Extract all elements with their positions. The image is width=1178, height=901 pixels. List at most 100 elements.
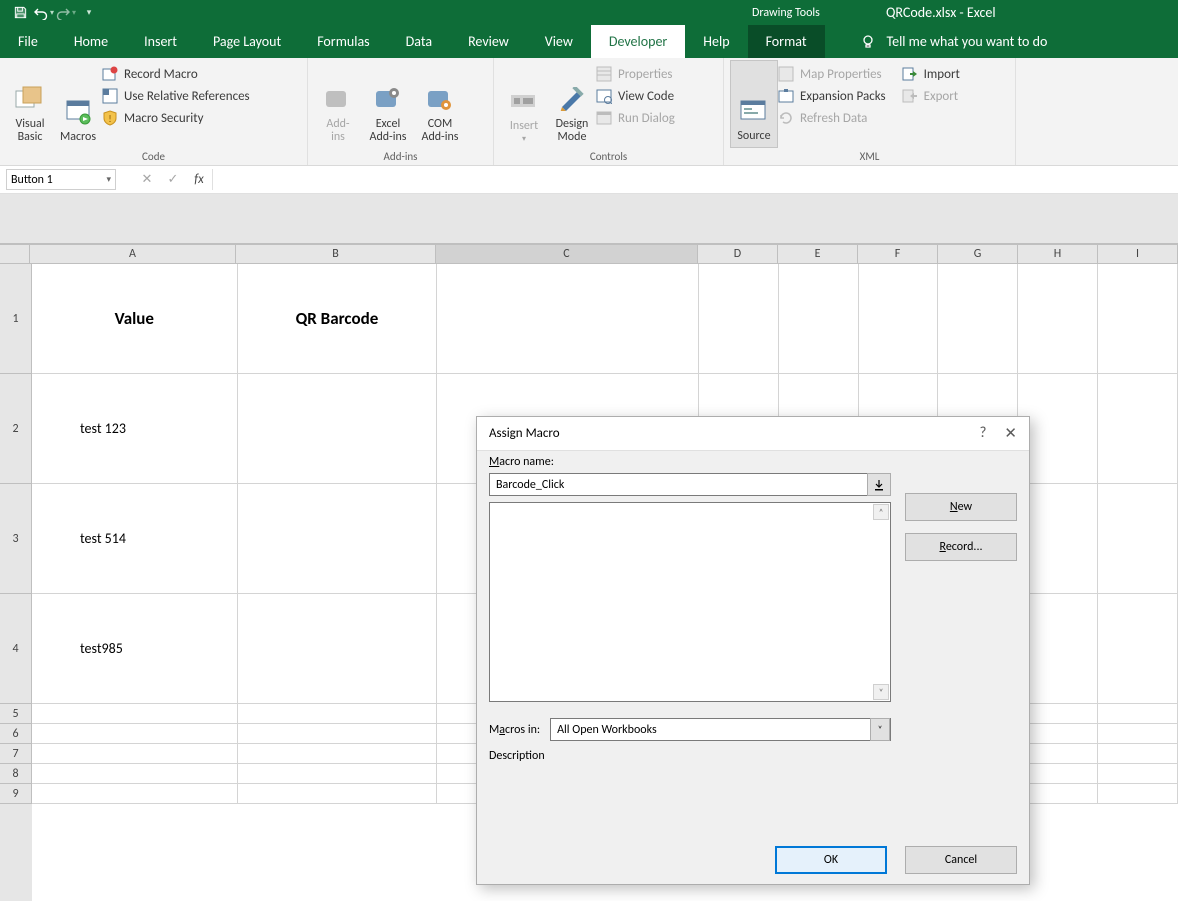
tab-help[interactable]: Help [685, 25, 747, 58]
cell[interactable] [238, 704, 438, 723]
row-header[interactable]: 7 [0, 744, 32, 764]
undo-button[interactable]: ▾ [33, 6, 54, 20]
row-header[interactable]: 2 [0, 374, 32, 484]
row-header[interactable]: 8 [0, 764, 32, 784]
cell[interactable] [1098, 784, 1178, 803]
cell[interactable] [238, 374, 438, 483]
dialog-titlebar[interactable]: Assign Macro ? ✕ [477, 417, 1029, 451]
cell[interactable] [238, 724, 438, 743]
tab-insert[interactable]: Insert [126, 25, 195, 58]
cell[interactable] [938, 264, 1018, 373]
macro-list[interactable]: ˄ ˅ [489, 502, 891, 702]
macros-button[interactable]: Macros [54, 60, 102, 148]
cell[interactable] [699, 264, 779, 373]
close-icon[interactable]: ✕ [1004, 424, 1017, 443]
cell[interactable] [238, 764, 438, 783]
column-header[interactable]: E [778, 245, 858, 263]
cell[interactable] [1098, 484, 1178, 593]
cell[interactable] [238, 484, 438, 593]
cell[interactable]: test 123 [32, 374, 238, 483]
import-button[interactable]: Import [902, 66, 970, 82]
new-button[interactable]: New [905, 493, 1017, 521]
row-header[interactable]: 4 [0, 594, 32, 704]
macros-in-combo[interactable]: All Open Workbooks ˅ [550, 718, 891, 741]
tab-view[interactable]: View [527, 25, 591, 58]
excel-addins-button[interactable]: Excel Add-ins [362, 60, 414, 148]
cell[interactable] [1098, 744, 1178, 763]
cell[interactable] [1018, 724, 1098, 743]
tab-home[interactable]: Home [56, 25, 126, 58]
cell[interactable] [32, 704, 238, 723]
cell[interactable] [1018, 594, 1098, 703]
chevron-down-icon[interactable]: ˅ [870, 718, 890, 741]
cell[interactable] [1018, 764, 1098, 783]
tab-format[interactable]: Format [748, 25, 825, 58]
cell[interactable] [1098, 764, 1178, 783]
cell[interactable] [1018, 374, 1098, 483]
record-macro-button[interactable]: Record Macro [102, 66, 260, 82]
formula-input[interactable] [212, 169, 1178, 190]
cell[interactable] [1098, 374, 1178, 483]
tell-me-search[interactable]: Tell me what you want to do [845, 25, 1062, 58]
cell[interactable] [1098, 724, 1178, 743]
row-header[interactable]: 3 [0, 484, 32, 594]
cell[interactable] [1098, 264, 1178, 373]
macro-name-input[interactable] [489, 473, 868, 496]
cell[interactable]: Value [32, 264, 238, 373]
cell[interactable] [1098, 704, 1178, 723]
column-header[interactable]: D [698, 245, 778, 263]
com-addins-button[interactable]: COM Add-ins [414, 60, 466, 148]
row-header[interactable]: 1 [0, 264, 32, 374]
redo-button[interactable]: ▾ [55, 6, 76, 20]
column-header[interactable]: A [30, 245, 236, 263]
record-button[interactable]: Record... [905, 533, 1017, 561]
select-all-corner[interactable] [0, 245, 30, 263]
row-header[interactable]: 6 [0, 724, 32, 744]
cell[interactable] [32, 744, 238, 763]
cell[interactable] [238, 594, 438, 703]
scroll-up-icon[interactable]: ˄ [873, 504, 889, 520]
row-header[interactable]: 5 [0, 704, 32, 724]
cell[interactable]: test 514 [32, 484, 238, 593]
row-header[interactable]: 9 [0, 784, 32, 804]
cell[interactable] [437, 264, 699, 373]
cell[interactable] [859, 264, 939, 373]
cell[interactable] [32, 784, 238, 803]
help-icon[interactable]: ? [979, 424, 986, 443]
range-selector-icon[interactable] [867, 473, 891, 496]
save-icon[interactable] [8, 3, 32, 23]
tab-page-layout[interactable]: Page Layout [195, 25, 299, 58]
name-box[interactable]: Button 1▾ [6, 169, 116, 190]
cell[interactable] [1018, 744, 1098, 763]
column-header[interactable]: B [236, 245, 436, 263]
tab-formulas[interactable]: Formulas [299, 25, 387, 58]
column-header[interactable]: H [1018, 245, 1098, 263]
macro-security-button[interactable]: ! Macro Security [102, 110, 260, 126]
use-relative-references-button[interactable]: Use Relative References [102, 88, 260, 104]
design-mode-button[interactable]: Design Mode [548, 60, 596, 148]
column-header[interactable]: G [938, 245, 1018, 263]
view-code-button[interactable]: View Code [596, 88, 685, 104]
cell[interactable] [1018, 264, 1098, 373]
scroll-down-icon[interactable]: ˅ [873, 684, 889, 700]
ok-button[interactable]: OK [775, 846, 887, 874]
tab-review[interactable]: Review [450, 25, 527, 58]
cell[interactable] [779, 264, 859, 373]
tab-file[interactable]: File [0, 25, 56, 58]
column-header[interactable]: F [858, 245, 938, 263]
cell[interactable]: QR Barcode [238, 264, 438, 373]
tab-data[interactable]: Data [388, 25, 450, 58]
visual-basic-button[interactable]: Visual Basic [6, 60, 54, 148]
cell[interactable] [238, 744, 438, 763]
fx-icon[interactable]: fx [186, 169, 212, 190]
cell[interactable] [238, 784, 438, 803]
cell[interactable] [1098, 594, 1178, 703]
cell[interactable] [32, 724, 238, 743]
source-button[interactable]: Source [730, 60, 778, 148]
cell[interactable] [1018, 784, 1098, 803]
cell[interactable] [1018, 704, 1098, 723]
cell[interactable] [32, 764, 238, 783]
cell[interactable] [1018, 484, 1098, 593]
cancel-button[interactable]: Cancel [905, 846, 1017, 874]
tab-developer[interactable]: Developer [591, 25, 685, 58]
